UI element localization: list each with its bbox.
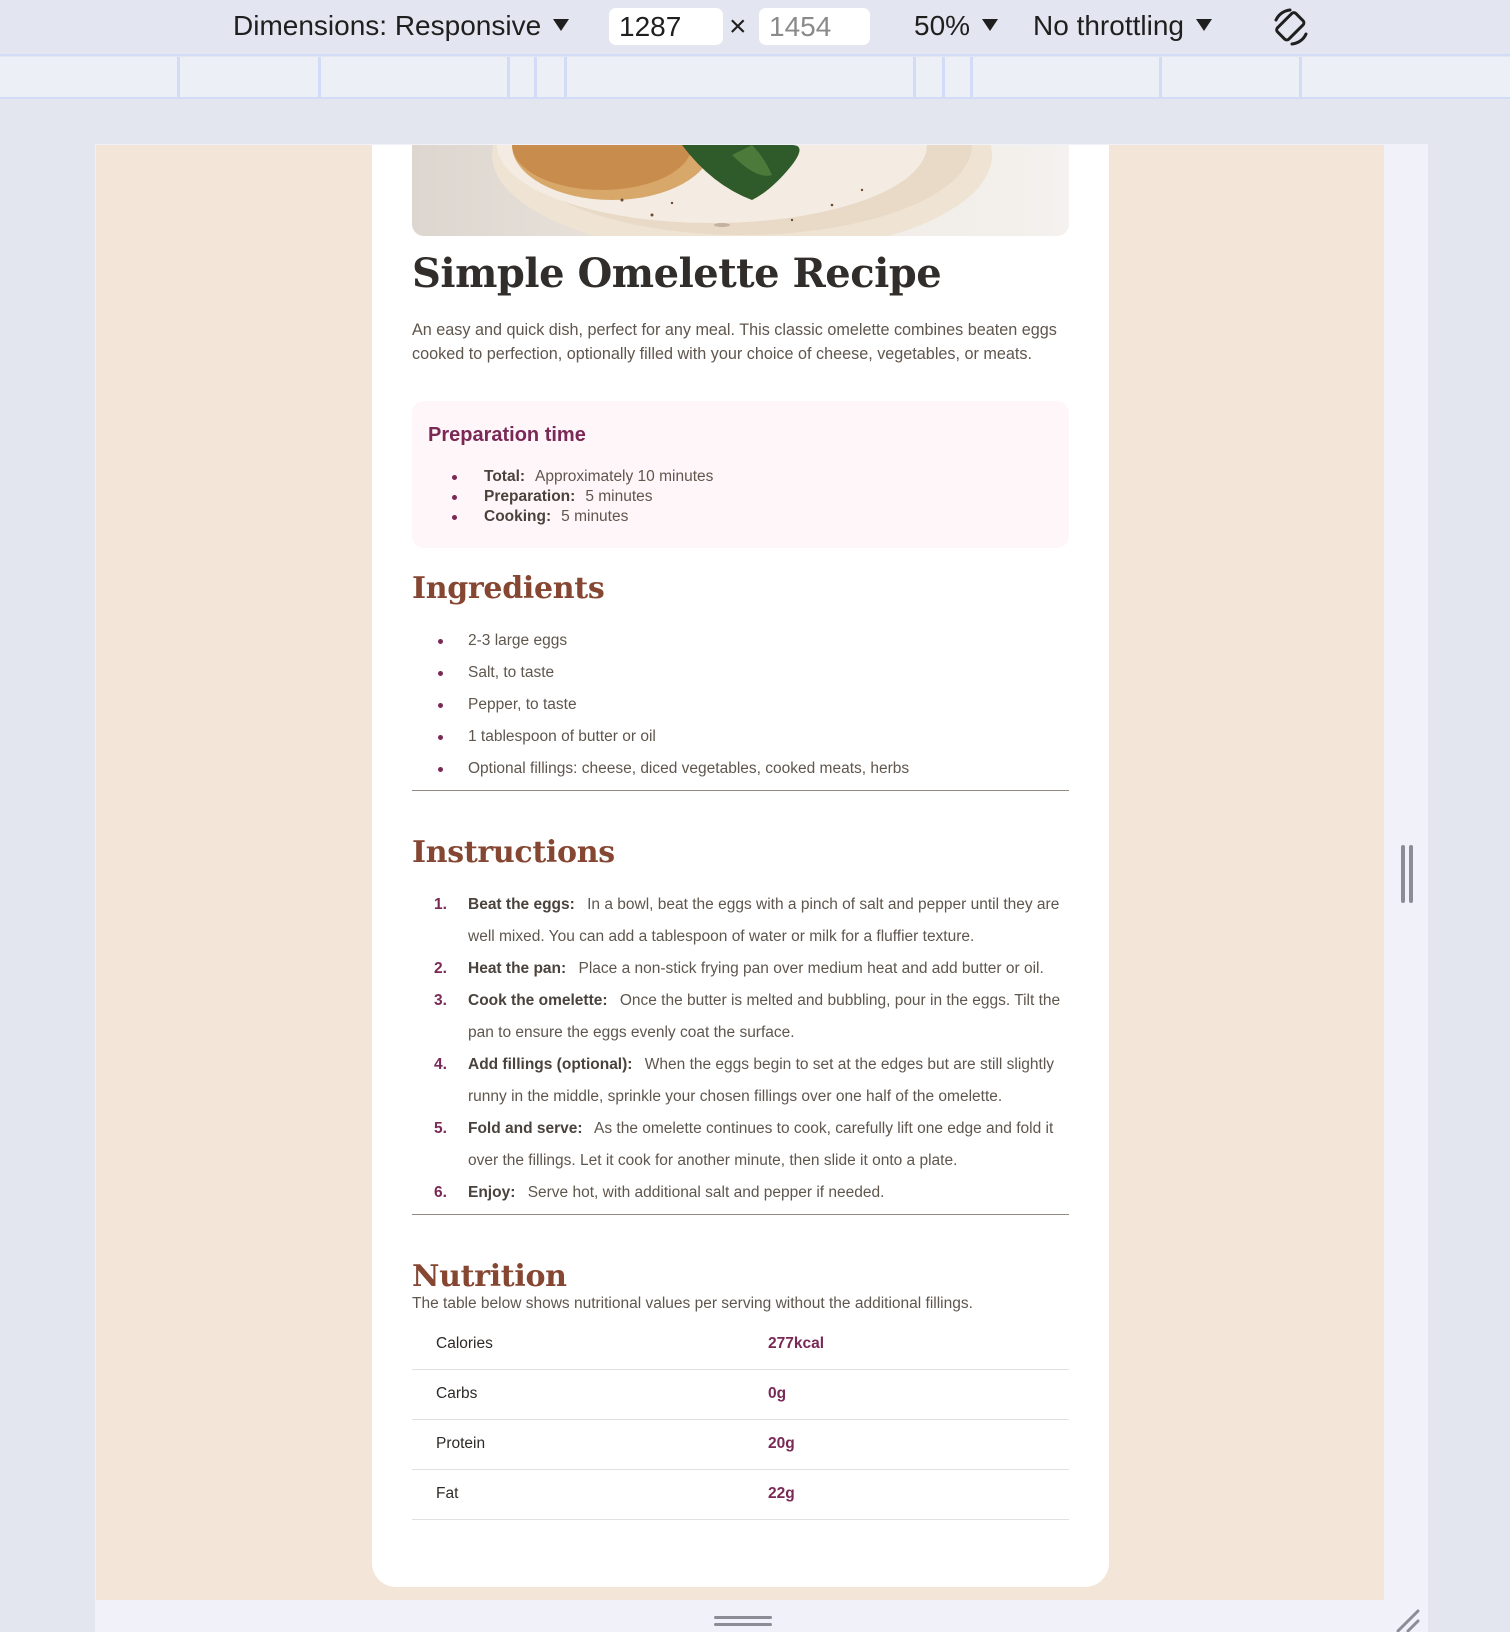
nutrition-heading: Nutrition (412, 1259, 567, 1294)
ingredients-heading: Ingredients (412, 571, 605, 606)
dimensions-label: Dimensions: Responsive (233, 10, 542, 41)
omelette-photo (412, 145, 1069, 236)
ingredients-list: 2-3 large eggs Salt, to taste Pepper, to… (412, 625, 909, 785)
list-item: 1 tablespoon of butter or oil (412, 721, 909, 753)
instructions-heading: Instructions (412, 835, 615, 870)
height-input[interactable] (759, 8, 870, 45)
ruler-marker (1159, 57, 1162, 97)
times-symbol: × (729, 10, 747, 43)
caret-down-icon (982, 19, 999, 31)
rotate-icon[interactable] (1270, 6, 1312, 48)
resize-handle-icon[interactable] (1401, 845, 1414, 903)
corner-grip-icon[interactable] (1392, 1605, 1420, 1632)
caret-down-icon (553, 19, 570, 31)
nutrition-intro: The table below shows nutritional values… (412, 1295, 973, 1312)
ruler-marker (177, 57, 180, 97)
list-item: Pepper, to taste (412, 689, 909, 721)
ruler-marker (534, 57, 537, 97)
zoom-dropdown[interactable]: 50% (914, 10, 999, 42)
ruler-marker (913, 57, 916, 97)
width-input[interactable] (609, 8, 723, 45)
page-viewport: Simple Omelette Recipe An easy and quick… (96, 145, 1384, 1600)
recipe-title: Simple Omelette Recipe (412, 250, 942, 297)
list-item: Optional fillings: cheese, diced vegetab… (412, 753, 909, 785)
ruler-marker (942, 57, 945, 97)
throttling-dropdown[interactable]: No throttling (1033, 10, 1212, 42)
nutrition-table: Calories 277kcal Carbs 0g Protein 20g Fat 22… (412, 1319, 1069, 1520)
table-row: Calories 277kcal (412, 1319, 1069, 1370)
list-item: Total: Approximately 10 minutes (440, 467, 713, 487)
recipe-intro: An easy and quick dish, perfect for any … (412, 321, 1057, 363)
list-item: 3. Cook the omelette: Once the butter is … (434, 992, 1061, 1041)
preparation-time-box: Preparation time Total: Approximately 10 … (412, 401, 1069, 548)
devtools-toolbar: Dimensions: Responsive × 50% No throttli… (0, 0, 1510, 56)
list-item: 6. Enjoy: Serve hot, with additional salt… (434, 1184, 885, 1201)
list-item: 2. Heat the pan: Place a non-stick frying… (434, 960, 1044, 977)
prep-list: Total: Approximately 10 minutes Preparati… (440, 467, 713, 527)
ruler-marker (318, 57, 321, 97)
media-query-ruler[interactable] (0, 57, 1510, 99)
instructions-list: 1. Beat the eggs: In a bowl, beat the egg… (412, 889, 1062, 1209)
list-item: 5. Fold and serve: As the omelette contin… (434, 1120, 1054, 1169)
list-item: Cooking: 5 minutes (440, 507, 713, 527)
divider (412, 790, 1069, 791)
dimensions-dropdown[interactable]: Dimensions: Responsive (233, 10, 570, 42)
list-item: Salt, to taste (412, 657, 909, 689)
prep-heading: Preparation time (428, 424, 586, 446)
ruler-marker (1299, 57, 1302, 97)
list-item: 2-3 large eggs (412, 625, 909, 657)
table-row: Fat 22g (412, 1469, 1069, 1520)
ruler-marker (507, 57, 510, 97)
resize-handle-icon[interactable] (714, 1616, 772, 1629)
zoom-label: 50% (914, 10, 971, 41)
ruler-marker (564, 57, 567, 97)
list-item: Preparation: 5 minutes (440, 487, 713, 507)
table-row: Protein 20g (412, 1419, 1069, 1470)
list-item: 4. Add fillings (optional): When the eggs… (434, 1056, 1055, 1105)
caret-down-icon (1195, 19, 1212, 31)
divider (412, 1214, 1069, 1215)
recipe-card: Simple Omelette Recipe An easy and quick… (372, 145, 1109, 1587)
table-row: Carbs 0g (412, 1369, 1069, 1420)
ruler-marker (970, 57, 973, 97)
throttling-label: No throttling (1033, 10, 1184, 41)
list-item: 1. Beat the eggs: In a bowl, beat the egg… (434, 896, 1060, 945)
